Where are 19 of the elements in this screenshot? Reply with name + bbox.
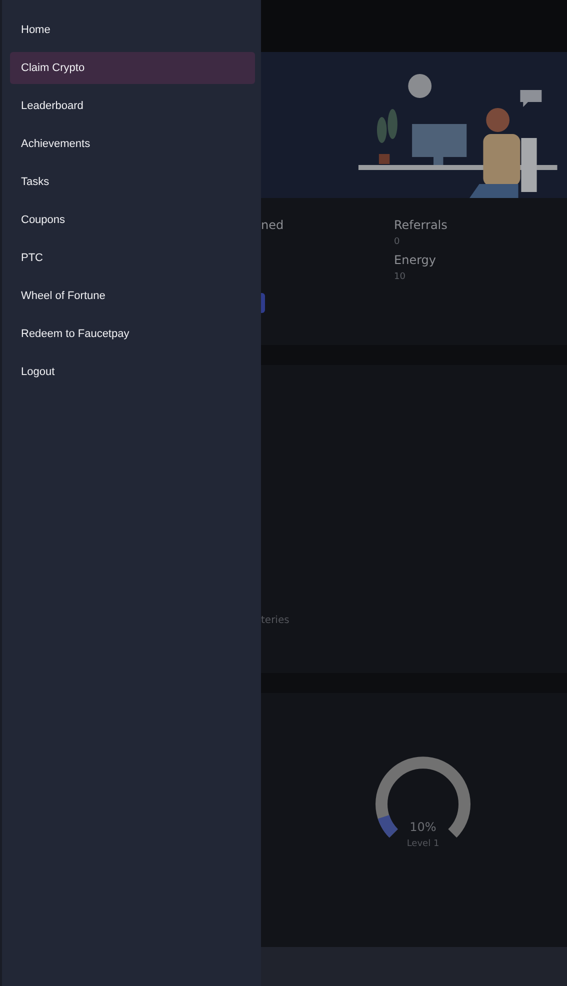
menu-item[interactable]: Claim Crypto (10, 52, 255, 84)
menu-item[interactable]: PTC (10, 242, 255, 274)
level-text: Level 1 (406, 839, 440, 849)
menu-item[interactable]: Coupons (10, 204, 255, 236)
stat-value: 0 (394, 237, 401, 247)
stat-value: 10 (394, 272, 406, 282)
menu-item[interactable]: Logout (10, 356, 255, 388)
menu-item[interactable]: Home (10, 14, 255, 46)
percent-text: 10% (408, 820, 438, 834)
stat-label: Energy (394, 252, 438, 268)
stat-label: ned (261, 217, 285, 233)
menu-item[interactable]: Leaderboard (10, 90, 255, 122)
menu-item[interactable]: Redeem to Faucetpay (10, 318, 255, 350)
action-button[interactable] (261, 293, 265, 313)
menu-item[interactable]: Achievements (10, 128, 255, 160)
stat-label: Referrals (394, 217, 448, 233)
menu-item[interactable]: Wheel of Fortune (10, 280, 255, 312)
menu-item[interactable]: Tasks (10, 166, 255, 198)
card-text: teries (261, 615, 290, 626)
